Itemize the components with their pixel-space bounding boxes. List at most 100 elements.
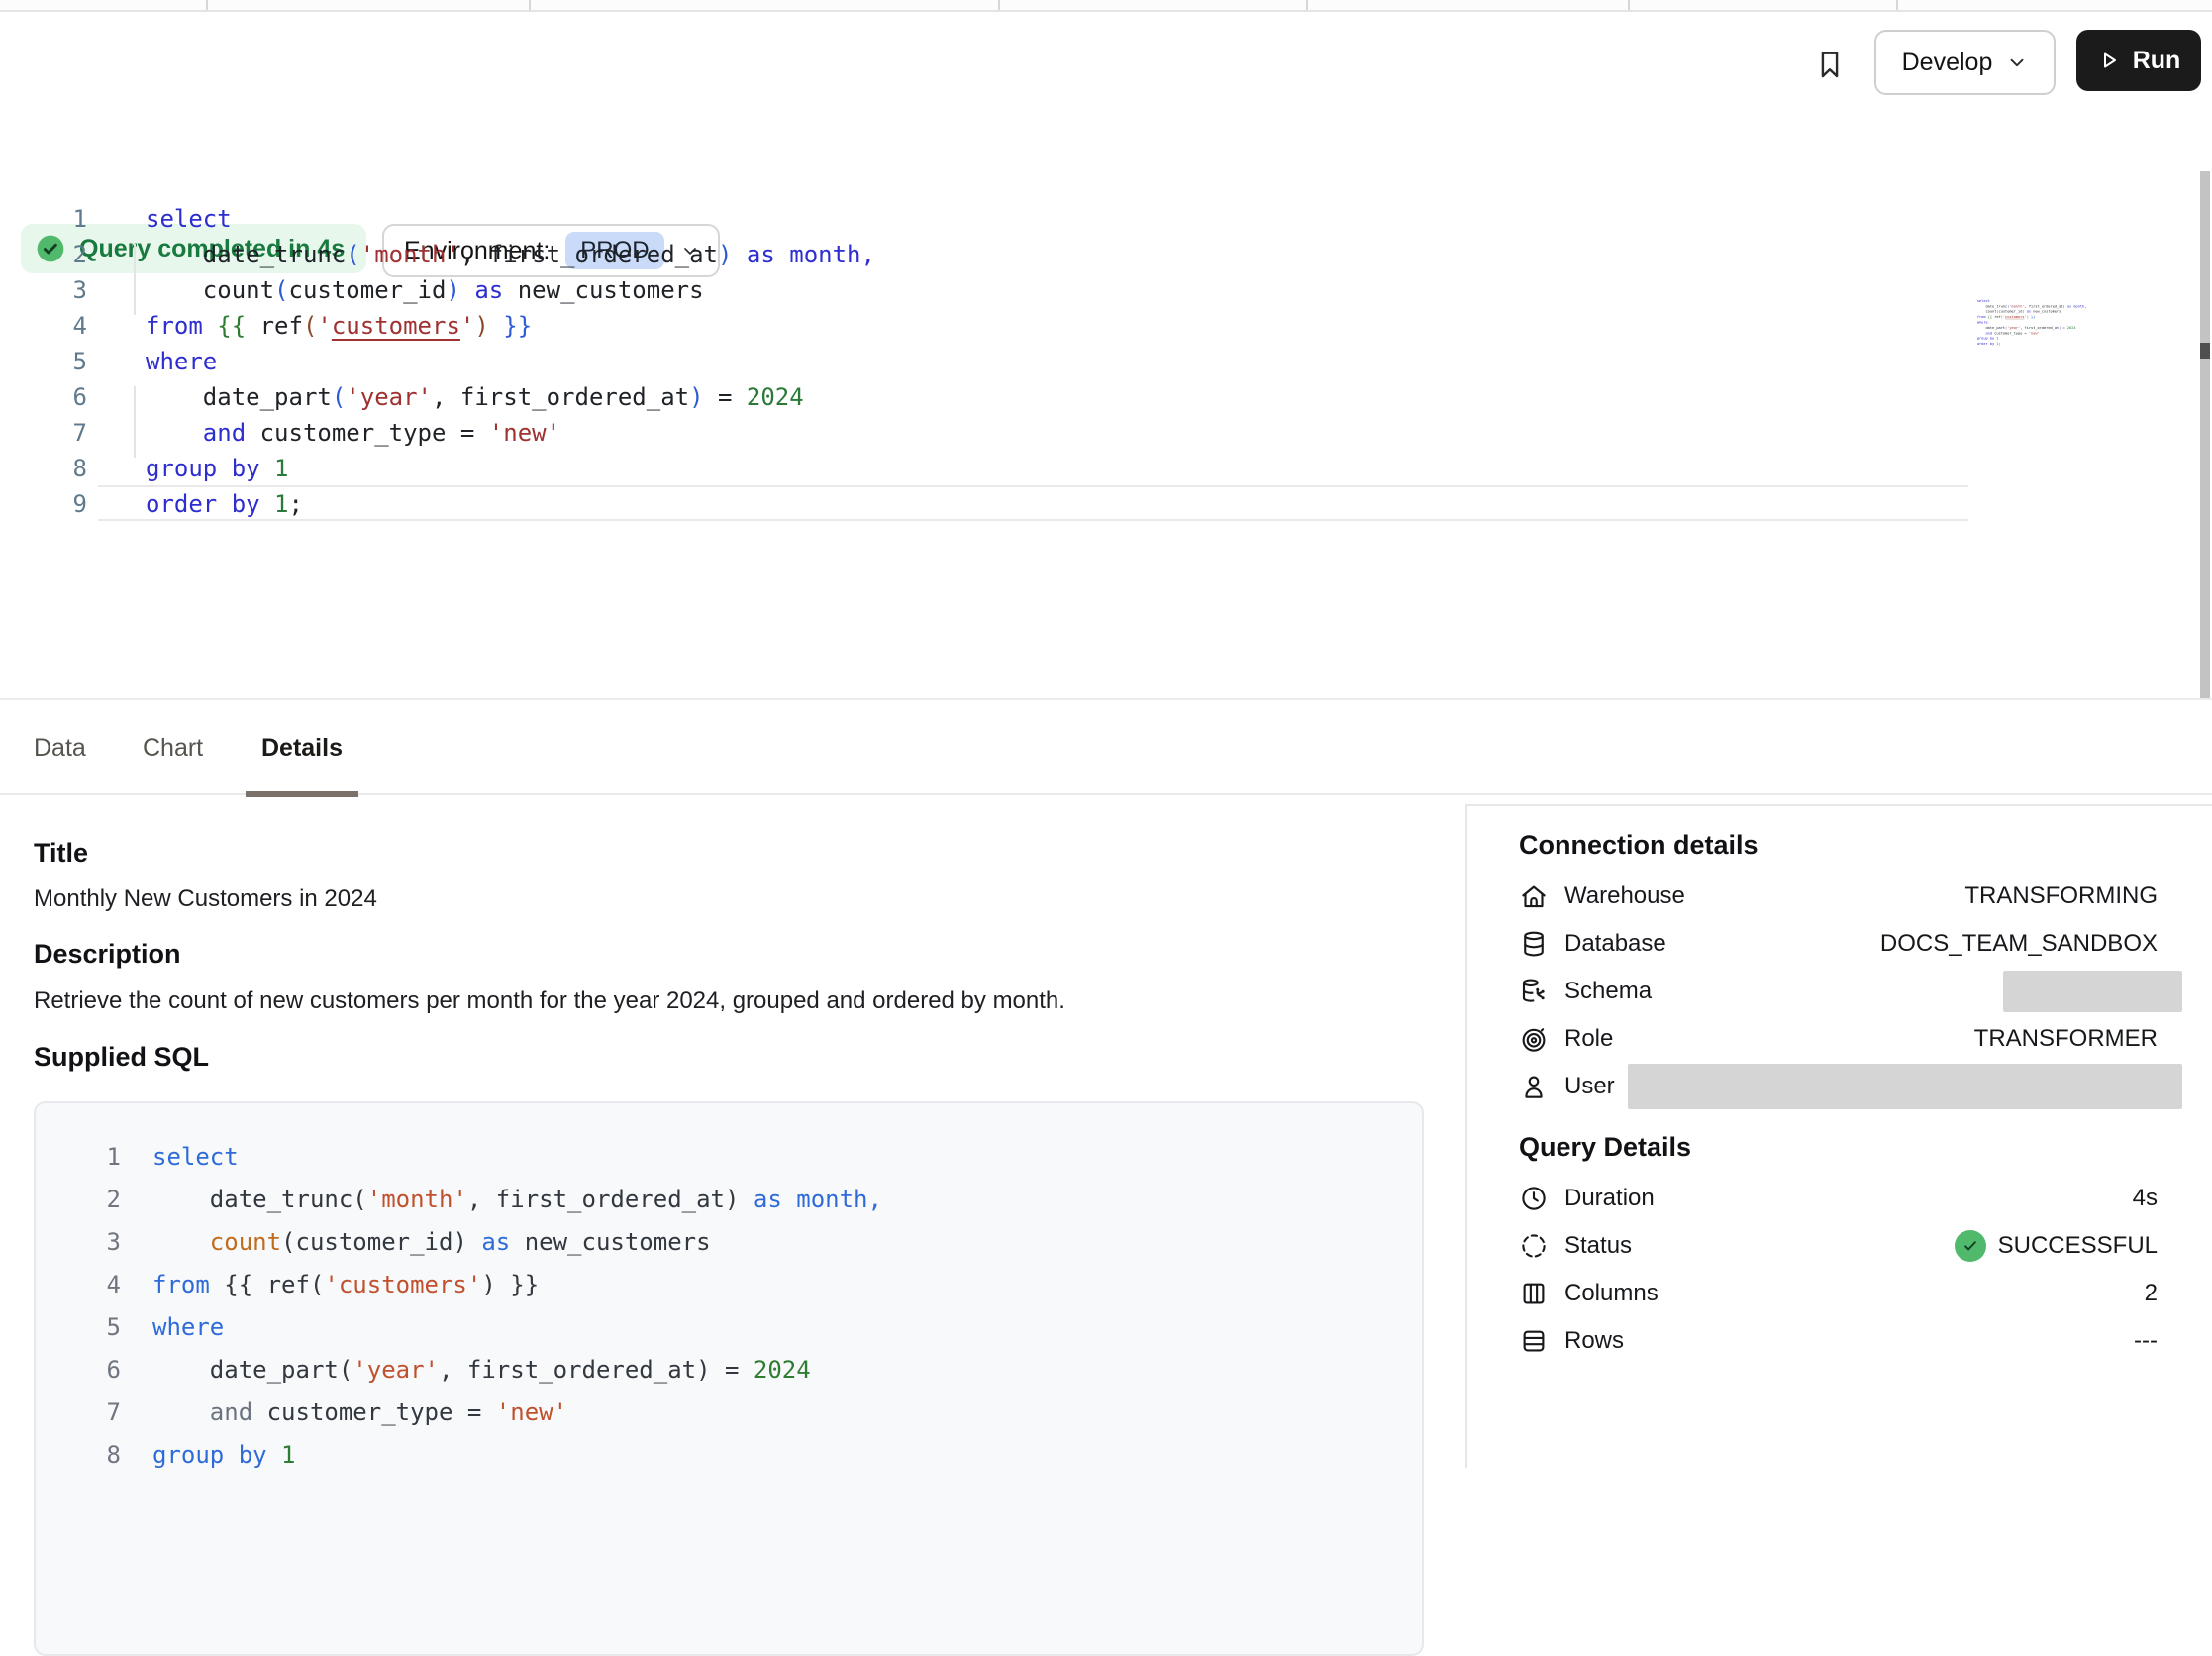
develop-dropdown-button[interactable]: Develop	[1874, 30, 2056, 95]
query-details-list: Duration 4s Status SUCCESSFUL Columns 2 …	[1467, 1175, 2212, 1365]
tabstrip-separator	[206, 0, 208, 10]
supplied-sql-heading: Supplied SQL	[34, 1042, 209, 1073]
success-check-icon	[1955, 1230, 1986, 1262]
editor-minimap[interactable]: select date_trunc('month', first_ordered…	[1968, 298, 2099, 363]
row-value: TRANSFORMER	[1974, 1025, 2158, 1053]
row-value: ---	[2134, 1327, 2158, 1355]
row-label: Schema	[1564, 978, 1652, 1005]
code-line: 5where	[36, 1306, 1422, 1349]
connection-panel: Connection details Warehouse TRANSFORMIN…	[1465, 804, 2212, 1468]
connection-row: Role TRANSFORMER	[1467, 1015, 2212, 1063]
line-number: 3	[0, 272, 87, 308]
code-line: 3 count(customer_id) as new_customers	[36, 1221, 1422, 1264]
connection-row: Warehouse TRANSFORMING	[1467, 873, 2212, 920]
query-details-heading: Query Details	[1519, 1132, 2212, 1163]
row-label: Status	[1564, 1232, 1632, 1260]
query-detail-row: Status SUCCESSFUL	[1467, 1222, 2212, 1270]
query-detail-row: Duration 4s	[1467, 1175, 2212, 1222]
tabstrip-separator	[1306, 0, 1308, 10]
code-line: 2 date_trunc('month', first_ordered_at) …	[0, 237, 875, 272]
line-number: 4	[36, 1264, 121, 1306]
line-number: 8	[36, 1434, 121, 1477]
code-line: 3 count(customer_id) as new_customers	[0, 272, 875, 308]
connection-row: Database DOCS_TEAM_SANDBOX	[1467, 920, 2212, 968]
connection-details-heading: Connection details	[1519, 830, 2212, 861]
line-number: 5	[0, 344, 87, 379]
database-icon	[1519, 929, 1549, 959]
connection-row: User	[1467, 1063, 2212, 1110]
line-number: 3	[36, 1221, 121, 1264]
row-label: Columns	[1564, 1280, 1659, 1307]
code-line: order by 1;	[1968, 341, 1988, 346]
schema-icon	[1519, 977, 1549, 1006]
row-label: Database	[1564, 930, 1666, 958]
line-number: 9	[0, 486, 87, 522]
row-label: Warehouse	[1564, 882, 1685, 910]
title-value: Monthly New Customers in 2024	[34, 885, 377, 913]
develop-label: Develop	[1902, 49, 1993, 77]
row-label: Rows	[1564, 1327, 1624, 1355]
duration-icon	[1519, 1184, 1549, 1213]
code-line: 8group by 1	[36, 1434, 1422, 1477]
code-line: 9order by 1;	[0, 486, 875, 522]
code-line: 8group by 1	[0, 451, 875, 486]
results-tab-bar: Data Chart Details	[0, 698, 2212, 795]
code-line: 1select	[36, 1136, 1422, 1179]
user-icon	[1519, 1072, 1549, 1101]
tabstrip-separator	[998, 0, 1000, 10]
tab-details[interactable]: Details	[261, 700, 343, 795]
row-label: User	[1564, 1073, 1615, 1100]
query-detail-row: Rows ---	[1467, 1317, 2212, 1365]
tabstrip-separator	[529, 0, 531, 10]
code-line: 7 and customer_type = 'new'	[0, 415, 875, 451]
description-heading: Description	[34, 939, 181, 970]
minimap-content: select date_trunc('month', first_ordered…	[1968, 298, 1988, 347]
sql-editor[interactable]: Query completed in 4s Environment: PROD …	[0, 103, 2212, 698]
bookmark-icon[interactable]	[1808, 42, 1852, 87]
editor-code[interactable]: 1select2 date_trunc('month', first_order…	[0, 201, 875, 522]
connection-row: Schema	[1467, 968, 2212, 1015]
browser-tabstrip	[0, 0, 2212, 12]
toolbar: Develop Run	[0, 12, 2212, 105]
role-icon	[1519, 1024, 1549, 1054]
code-line: 6 date_part('year', first_ordered_at) = …	[0, 379, 875, 415]
query-detail-row: Columns 2	[1467, 1270, 2212, 1317]
line-number: 2	[36, 1179, 121, 1221]
row-value: 4s	[2133, 1185, 2158, 1212]
chevron-down-icon	[2006, 52, 2028, 73]
description-value: Retrieve the count of new customers per …	[34, 987, 1065, 1015]
row-value: 2	[2145, 1280, 2158, 1307]
tabstrip-separator	[1628, 0, 1630, 10]
warehouse-icon	[1519, 881, 1549, 911]
run-button[interactable]: Run	[2076, 30, 2201, 91]
code-line: 6 date_part('year', first_ordered_at) = …	[36, 1349, 1422, 1392]
row-label: Role	[1564, 1025, 1613, 1053]
redacted-value	[1628, 1064, 2182, 1109]
row-label: Duration	[1564, 1185, 1655, 1212]
code-line: 2 date_trunc('month', first_ordered_at) …	[36, 1179, 1422, 1221]
line-number: 6	[0, 379, 87, 415]
supplied-sql-card: 1select2 date_trunc('month', first_order…	[34, 1101, 1424, 1656]
line-number: 1	[0, 201, 87, 237]
code-line: 4from {{ ref('customers') }}	[36, 1264, 1422, 1306]
columns-icon	[1519, 1279, 1549, 1308]
tab-data[interactable]: Data	[34, 700, 86, 795]
rows-icon	[1519, 1326, 1549, 1356]
line-number: 5	[36, 1306, 121, 1349]
title-heading: Title	[34, 838, 88, 869]
tabstrip-separator	[1896, 0, 1898, 10]
line-number: 1	[36, 1136, 121, 1179]
code-line: 1select	[0, 201, 875, 237]
code-line: 7 and customer_type = 'new'	[36, 1392, 1422, 1434]
line-number: 7	[36, 1392, 121, 1434]
details-panel: Title Monthly New Customers in 2024 Desc…	[0, 797, 1463, 1468]
supplied-sql-code: 1select2 date_trunc('month', first_order…	[36, 1136, 1422, 1477]
editor-scrollbar[interactable]	[2200, 171, 2210, 756]
tab-chart[interactable]: Chart	[143, 700, 203, 795]
code-line: 5where	[0, 344, 875, 379]
row-value: DOCS_TEAM_SANDBOX	[1880, 930, 2158, 958]
line-number: 8	[0, 451, 87, 486]
run-label: Run	[2133, 47, 2181, 75]
line-number: 6	[36, 1349, 121, 1392]
scrollbar-marker	[2200, 343, 2210, 359]
